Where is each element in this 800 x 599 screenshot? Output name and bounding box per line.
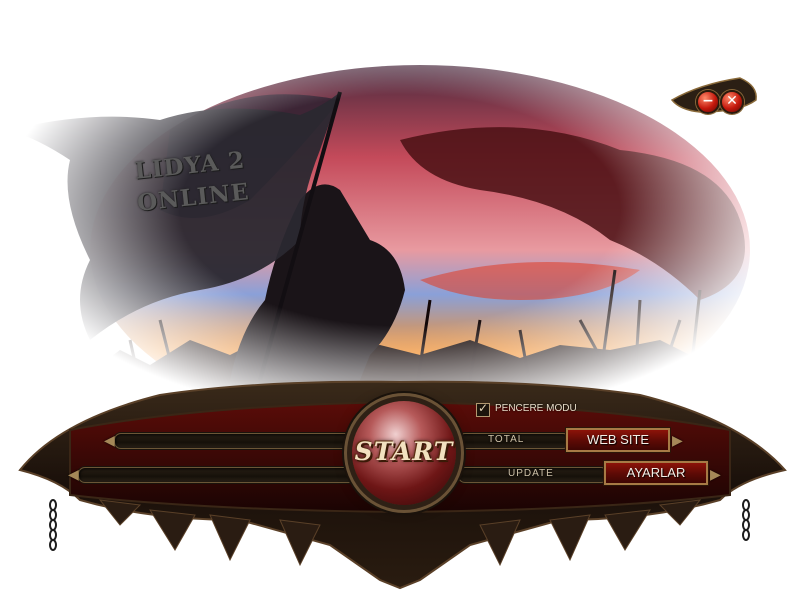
start-label: START	[354, 437, 454, 466]
minimize-button[interactable]: −	[696, 90, 720, 114]
launcher-window: LIDYA 2 ONLINE − ✕ PENCERE MODU ◀ ◀ ▶ ▶ …	[0, 0, 800, 599]
settings-button[interactable]: AYARLAR	[603, 460, 709, 486]
banner-title: LIDYA 2 ONLINE	[104, 141, 282, 248]
update-label: UPDATE	[508, 468, 554, 479]
window-controls: − ✕	[672, 80, 760, 116]
minimize-icon: −	[702, 93, 714, 109]
update-progress-bar	[78, 467, 356, 483]
right-arrow-icon: ▶	[710, 466, 721, 482]
left-arrow-icon: ◀	[104, 432, 115, 448]
checkbox-checked-icon	[476, 401, 490, 417]
right-arrow-icon: ▶	[672, 432, 683, 448]
left-arrow-icon: ◀	[68, 466, 79, 482]
close-icon: ✕	[726, 93, 738, 109]
close-button[interactable]: ✕	[720, 90, 744, 114]
web-site-button[interactable]: WEB SITE	[565, 427, 671, 453]
window-mode-label: PENCERE MODU	[495, 403, 577, 414]
start-button[interactable]: START	[352, 401, 456, 505]
total-progress-bar	[114, 433, 356, 449]
total-label: TOTAL	[488, 434, 525, 445]
